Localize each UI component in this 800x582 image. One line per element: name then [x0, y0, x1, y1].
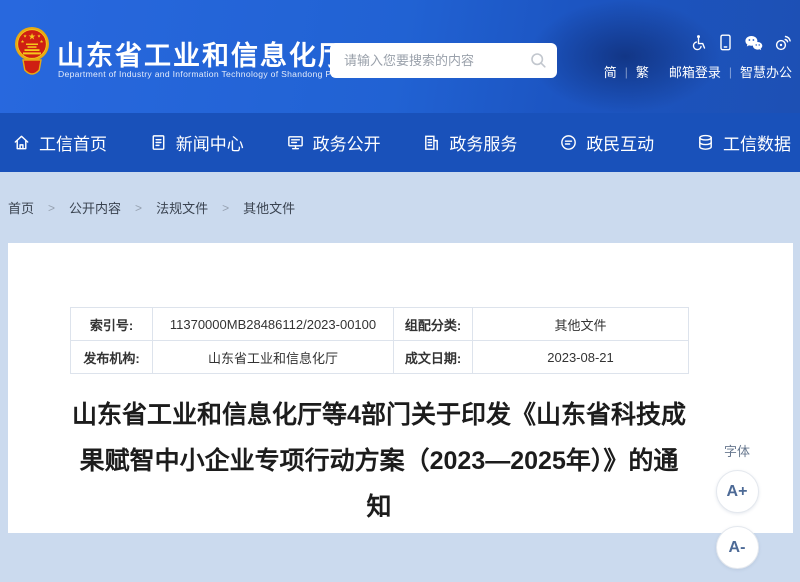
database-icon — [696, 133, 715, 152]
header-links-row: 简 | 繁 邮箱登录 | 智慧办公 — [604, 62, 792, 81]
chevron-right-icon: > — [48, 201, 55, 215]
weibo-icon[interactable] — [774, 34, 792, 51]
nav-item-gov-service[interactable]: 政务服务 — [422, 130, 517, 155]
lang-simplified-link[interactable]: 简 — [604, 62, 617, 81]
site-title: 山东省工业和信息化厅 — [57, 34, 347, 73]
svg-text:★: ★ — [37, 34, 41, 39]
document-content: 索引号: 11370000MB28486112/2023-00100 组配分类:… — [70, 307, 688, 530]
mail-login-link[interactable]: 邮箱登录 — [669, 62, 721, 81]
document-card: 索引号: 11370000MB28486112/2023-00100 组配分类:… — [8, 243, 793, 533]
search-icon[interactable] — [530, 52, 547, 69]
issue-date-label: 成文日期: — [394, 341, 473, 374]
nav-item-label: 工信首页 — [39, 130, 107, 155]
wechat-icon[interactable] — [744, 34, 763, 51]
quick-icons-row — [604, 33, 792, 52]
category-label: 组配分类: — [394, 308, 473, 341]
header-utilities: 简 | 繁 邮箱登录 | 智慧办公 — [604, 33, 792, 81]
nav-item-home[interactable]: 工信首页 — [12, 130, 107, 155]
nav-item-news[interactable]: 新闻中心 — [149, 130, 244, 155]
site-header: ★ ★ ★ ★ ★ 山东省工业和信息化厅 Department of Indus… — [0, 0, 800, 113]
breadcrumb: 首页 > 公开内容 > 法规文件 > 其他文件 — [8, 172, 295, 243]
news-icon — [149, 133, 168, 152]
index-number-label: 索引号: — [71, 308, 153, 341]
meta-row: 索引号: 11370000MB28486112/2023-00100 组配分类:… — [71, 308, 689, 341]
publisher-label: 发布机构: — [71, 341, 153, 374]
link-separator: | — [729, 65, 732, 79]
search-box — [330, 43, 557, 78]
nav-item-label: 工信数据 — [723, 130, 791, 155]
service-building-icon — [422, 133, 441, 152]
breadcrumb-home[interactable]: 首页 — [8, 198, 34, 217]
home-icon — [12, 133, 31, 152]
svg-text:★: ★ — [28, 32, 36, 42]
nav-item-data[interactable]: 工信数据 — [696, 130, 791, 155]
font-decrease-button[interactable]: A- — [716, 526, 759, 569]
nav-item-interaction[interactable]: 政民互动 — [559, 130, 654, 155]
font-widget-label: 字体 — [715, 441, 759, 460]
national-emblem-logo[interactable]: ★ ★ ★ ★ ★ — [13, 24, 51, 89]
interaction-circle-icon — [559, 133, 578, 152]
mobile-icon[interactable] — [718, 34, 733, 51]
font-size-widget: 字体 A+ A- — [715, 441, 759, 582]
document-meta-table: 索引号: 11370000MB28486112/2023-00100 组配分类:… — [70, 307, 689, 374]
chevron-right-icon: > — [222, 201, 229, 215]
breadcrumb-open-content[interactable]: 公开内容 — [69, 198, 121, 217]
nav-item-gov-info[interactable]: 政务公开 — [286, 130, 381, 155]
accessibility-icon[interactable] — [690, 34, 707, 51]
link-separator: | — [625, 65, 628, 79]
document-title: 山东省工业和信息化厅等4部门关于印发《山东省科技成果赋智中小企业专项行动方案（2… — [70, 392, 688, 530]
category-value: 其他文件 — [473, 308, 689, 341]
smart-office-link[interactable]: 智慧办公 — [740, 62, 792, 81]
search-input[interactable] — [344, 53, 530, 68]
site-subtitle: Department of Industry and Information T… — [58, 69, 361, 79]
breadcrumb-regulation-files[interactable]: 法规文件 — [156, 198, 208, 217]
publisher-value: 山东省工业和信息化厅 — [153, 341, 394, 374]
nav-item-label: 新闻中心 — [176, 130, 244, 155]
main-nav: 工信首页 新闻中心 政务公开 政务服务 — [0, 113, 800, 172]
lang-traditional-link[interactable]: 繁 — [636, 62, 649, 81]
svg-text:★: ★ — [39, 39, 43, 44]
chevron-right-icon: > — [135, 201, 142, 215]
meta-row: 发布机构: 山东省工业和信息化厅 成文日期: 2023-08-21 — [71, 341, 689, 374]
nav-item-label: 政民互动 — [586, 130, 654, 155]
emblem-icon: ★ ★ ★ ★ ★ — [13, 24, 51, 84]
issue-date-value: 2023-08-21 — [473, 341, 689, 374]
index-number-value: 11370000MB28486112/2023-00100 — [153, 308, 394, 341]
font-increase-button[interactable]: A+ — [716, 470, 759, 513]
nav-item-label: 政务公开 — [313, 130, 381, 155]
breadcrumb-other-files: 其他文件 — [243, 198, 295, 217]
svg-text:★: ★ — [20, 39, 24, 44]
svg-text:★: ★ — [23, 34, 27, 39]
nav-item-label: 政务服务 — [449, 130, 517, 155]
monitor-icon — [286, 133, 305, 152]
